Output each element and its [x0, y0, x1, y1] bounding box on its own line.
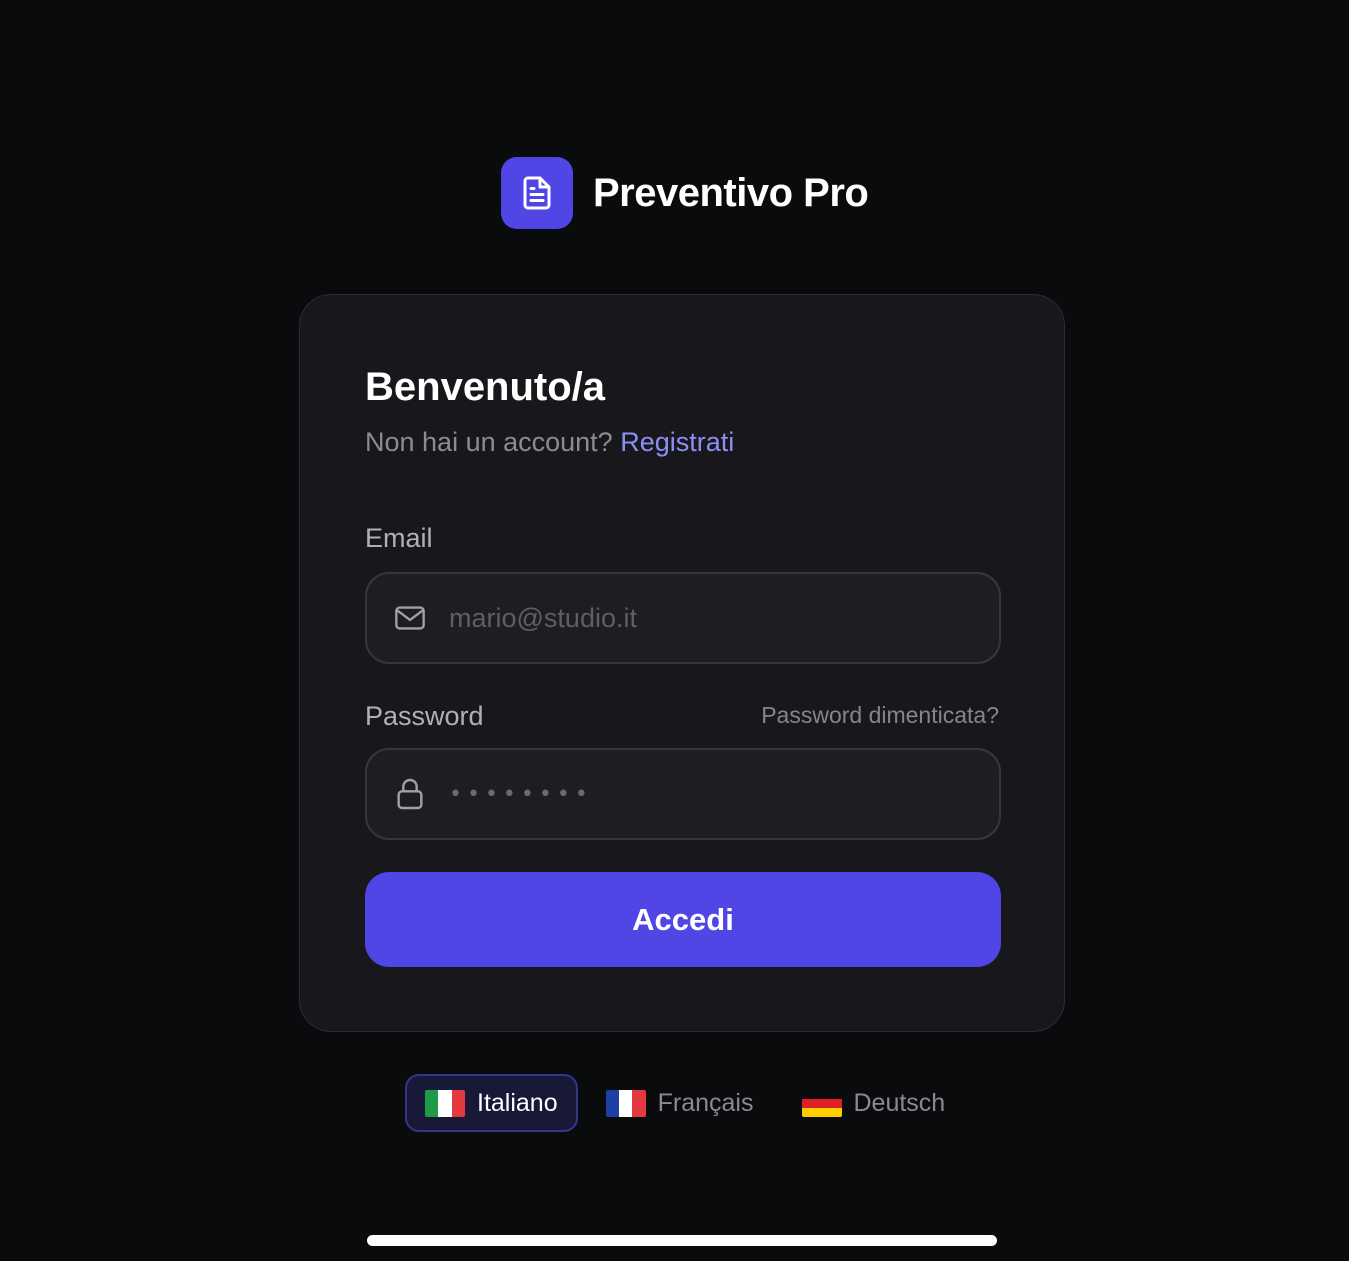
language-label: Français	[657, 1088, 754, 1117]
register-link[interactable]: Registrati	[620, 427, 734, 457]
email-field[interactable]	[365, 572, 1001, 664]
no-account-text: Non hai un account?	[365, 427, 613, 457]
email-input[interactable]	[447, 574, 999, 662]
language-option-italiano[interactable]: Italiano	[405, 1074, 578, 1132]
login-button[interactable]: Accedi	[365, 872, 1001, 967]
home-indicator	[367, 1235, 997, 1246]
language-option-francais[interactable]: Français	[586, 1074, 774, 1132]
email-label: Email	[365, 523, 433, 553]
language-label: Italiano	[477, 1088, 558, 1117]
mail-icon	[393, 601, 427, 635]
page-title: Benvenuto/a	[365, 365, 606, 409]
password-input[interactable]: ••••••••	[449, 782, 593, 807]
password-field[interactable]: ••••••••	[365, 748, 1001, 840]
italy-flag-icon	[425, 1089, 465, 1117]
app-logo	[501, 157, 573, 229]
register-prompt: Non hai un account? Registrati	[365, 427, 734, 458]
language-selector: Italiano Français Deutsch	[405, 1074, 965, 1132]
brand-header: Preventivo Pro	[501, 157, 869, 229]
france-flag-icon	[605, 1089, 646, 1117]
language-label: Deutsch	[853, 1088, 946, 1117]
germany-flag-icon	[801, 1089, 842, 1117]
language-option-deutsch[interactable]: Deutsch	[782, 1074, 966, 1132]
app-name: Preventivo Pro	[593, 170, 869, 215]
document-icon	[523, 176, 551, 210]
lock-icon	[393, 777, 427, 811]
login-card: Benvenuto/a Non hai un account? Registra…	[299, 294, 1065, 1032]
password-label: Password	[365, 701, 484, 731]
forgot-password-link[interactable]: Password dimenticata?	[761, 702, 999, 729]
